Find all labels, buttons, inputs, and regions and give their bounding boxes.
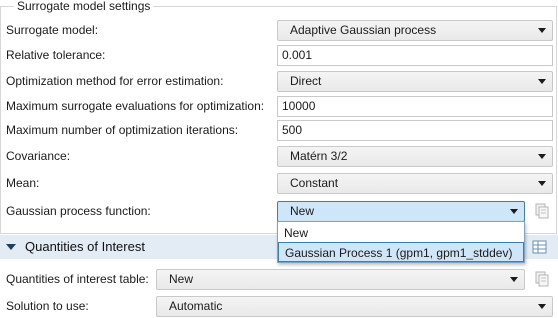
chevron-down-icon [510,277,518,282]
solution-value: Automatic [169,299,223,313]
collapse-triangle-icon[interactable] [6,244,16,250]
gp-function-value: New [290,204,315,218]
chevron-down-icon [538,154,546,159]
table-icon[interactable] [530,239,550,255]
optimization-method-select[interactable]: Direct [277,71,553,92]
mean-select[interactable]: Constant [277,173,553,194]
surrogate-model-value: Adaptive Gaussian process [290,23,437,37]
mean-value: Constant [290,176,339,190]
relative-tolerance-label: Relative tolerance: [6,48,106,62]
chevron-down-icon [510,209,518,214]
solution-label: Solution to use: [6,299,89,313]
mean-label: Mean: [6,176,40,190]
qoi-table-select[interactable]: New [156,269,525,290]
covariance-select[interactable]: Matérn 3/2 [277,146,553,167]
gp-function-select[interactable]: New [277,201,525,222]
covariance-value: Matérn 3/2 [290,149,348,163]
settings-panel: Surrogate model settings Surrogate model… [0,0,558,318]
qoi-table-label: Quantities of interest table: [6,272,149,286]
chevron-down-icon [538,304,546,309]
optimization-method-value: Direct [290,74,322,88]
copy-settings-icon[interactable] [532,269,552,289]
surrogate-model-select[interactable]: Adaptive Gaussian process [277,20,553,41]
dropdown-option-gaussian-process-1[interactable]: Gaussian Process 1 (gpm1, gpm1_stddev) [278,242,524,262]
qoi-table-value: New [169,272,194,286]
max-iterations-field[interactable]: 500 [277,120,553,141]
max-surrogate-evals-field[interactable]: 10000 [277,96,553,117]
group-title: Surrogate model settings [14,0,154,14]
relative-tolerance-field[interactable]: 0.001 [277,45,553,66]
chevron-down-icon [538,181,546,186]
dropdown-option-new[interactable]: New [278,223,524,243]
copy-settings-icon[interactable] [532,201,552,221]
chevron-down-icon [538,79,546,84]
covariance-label: Covariance: [6,149,71,163]
surrogate-model-label: Surrogate model: [6,23,99,37]
solution-select[interactable]: Automatic [156,296,553,317]
max-iterations-label: Maximum number of optimization iteration… [6,123,239,137]
gp-function-dropdown: New Gaussian Process 1 (gpm1, gpm1_stdde… [277,221,525,263]
max-surrogate-evals-label: Maximum surrogate evaluations for optimi… [6,99,265,113]
optimization-method-label: Optimization method for error estimation… [6,74,224,88]
gp-function-label: Gaussian process function: [6,204,151,218]
section-title: Quantities of Interest [25,239,145,254]
chevron-down-icon [538,28,546,33]
